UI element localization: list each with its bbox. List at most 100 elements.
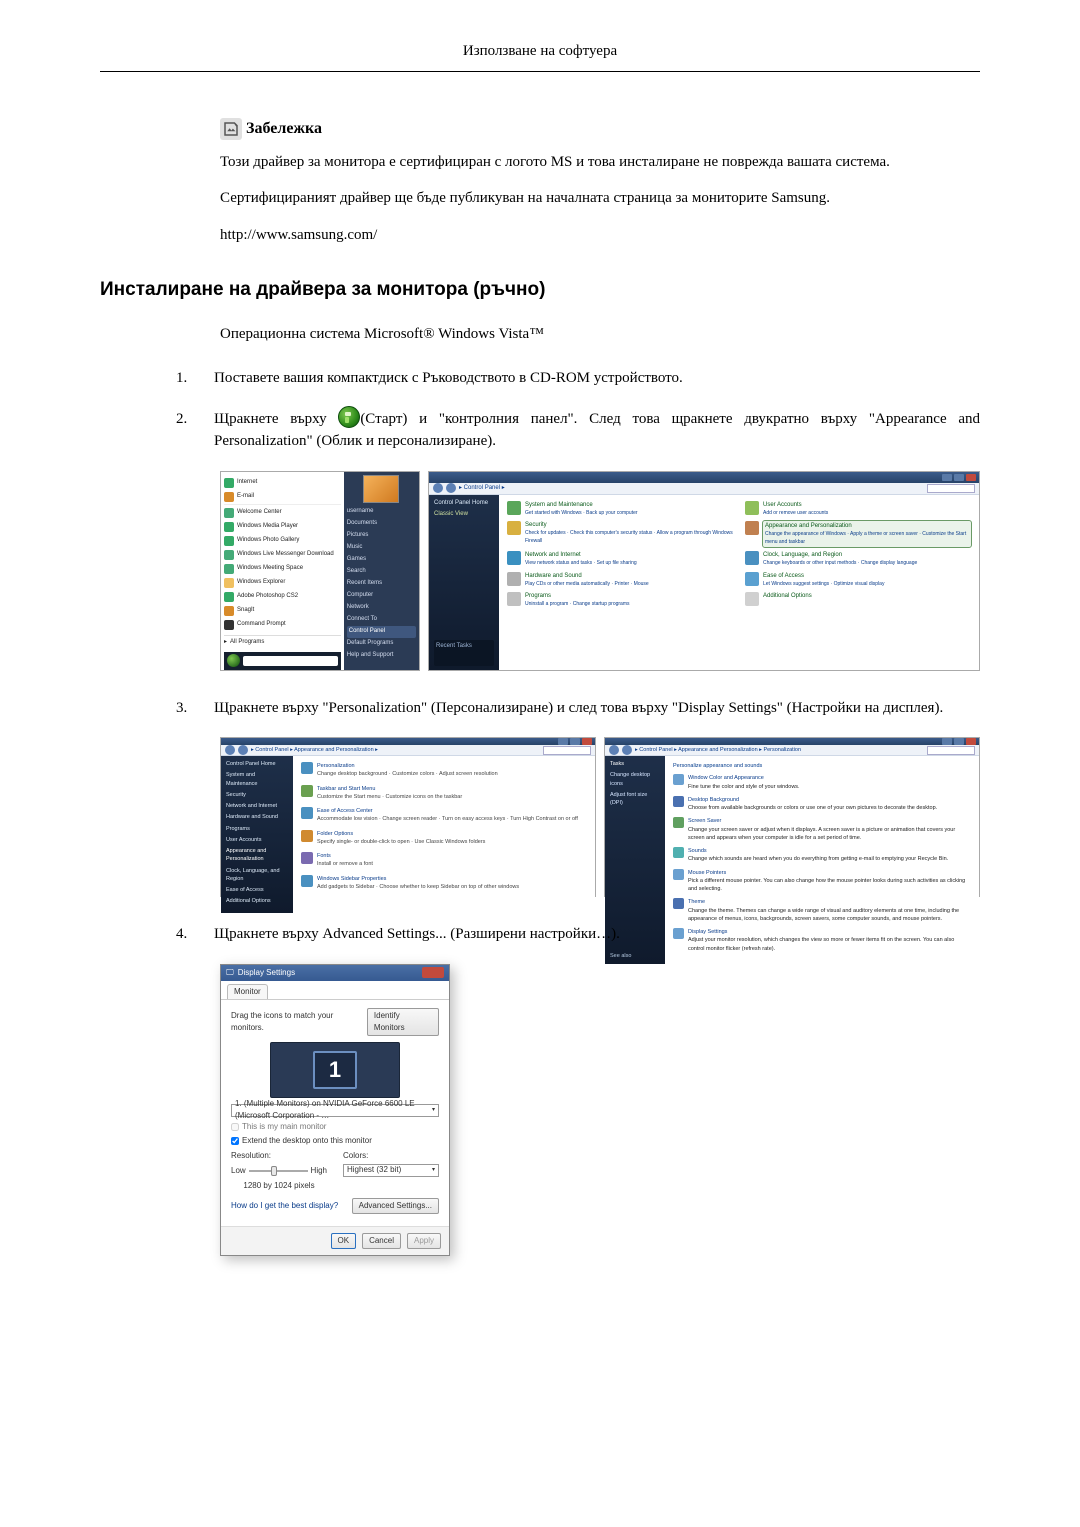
step-2-num: 2.	[176, 408, 194, 431]
chk-extend-desktop[interactable]: Extend the desktop onto this monitor	[231, 1135, 439, 1147]
pz-breadcrumb: ▸ Control Panel ▸ Appearance and Persona…	[635, 746, 801, 754]
additional-icon	[745, 592, 759, 606]
scr-icon	[673, 817, 684, 828]
mail-icon	[224, 492, 234, 502]
user-avatar-icon	[363, 475, 399, 503]
sm-meeting: Windows Meeting Space	[237, 564, 303, 573]
close-icon	[966, 474, 976, 481]
programs-icon	[507, 592, 521, 606]
security-icon	[507, 521, 521, 535]
ease-access-icon	[301, 807, 313, 819]
start-search-box[interactable]	[243, 656, 338, 666]
resolution-slider[interactable]: Low High	[231, 1164, 327, 1178]
screenshot-control-panel: ▸ Control Panel ▸ Control Panel Home Cla…	[428, 471, 980, 671]
meeting-icon	[224, 564, 234, 574]
cp-titlebar	[429, 472, 979, 483]
ap-breadcrumb: ▸ Control Panel ▸ Appearance and Persona…	[251, 746, 378, 754]
step-2-text: Щракнете върху (Старт) и "контролния пан…	[214, 408, 980, 453]
section-heading: Инсталиране на драйвера за монитора (ръч…	[100, 276, 980, 305]
sm-r-help: Help and Support	[347, 650, 416, 662]
page-header: Използване на софтуера	[100, 40, 980, 72]
sm-r-search: Search	[347, 566, 416, 578]
hardware-icon	[507, 572, 521, 586]
step-4: 4. Щракнете върху Advanced Settings... (…	[176, 923, 980, 946]
ap-search-box[interactable]	[543, 746, 591, 755]
cmd-icon	[224, 620, 234, 630]
note-p2: Сертифицираният драйвер ще бъде публикув…	[220, 187, 980, 210]
note-header: Забележка	[220, 117, 980, 141]
cp-cat-clock: Clock, Language, and Region	[763, 551, 917, 560]
intro-line: Операционна система Microsoft® Windows V…	[220, 323, 980, 346]
cp-cat-additional: Additional Options	[763, 592, 812, 601]
monitor-1-box[interactable]: 1	[313, 1051, 357, 1089]
sound-icon	[673, 847, 684, 858]
colors-selector[interactable]: Highest (32 bit)▾	[343, 1164, 439, 1177]
sm-r-docs: Documents	[347, 518, 416, 530]
best-display-link[interactable]: How do I get the best display?	[231, 1200, 338, 1212]
cp-cat-system: System and Maintenance	[525, 501, 638, 510]
step-3-num: 3.	[176, 697, 194, 720]
folder-opts-icon	[301, 830, 313, 842]
sm-internet: Internet	[237, 478, 257, 487]
step-1-num: 1.	[176, 367, 194, 390]
cp-breadcrumb: ▸ Control Panel ▸	[459, 484, 505, 493]
pz-search-box[interactable]	[927, 746, 975, 755]
sm-gallery: Windows Photo Gallery	[237, 536, 299, 545]
step-2: 2. Щракнете върху (Старт) и "контролния …	[176, 408, 980, 453]
screenshot-pair-personalization: ▸ Control Panel ▸ Appearance and Persona…	[220, 737, 980, 897]
step-3-text: Щракнете върху "Personalization" (Персон…	[214, 697, 980, 720]
cp-cat-appearance: Appearance and Personalization	[765, 522, 969, 531]
advanced-settings-button[interactable]: Advanced Settings...	[352, 1198, 439, 1214]
ie-icon	[224, 478, 234, 488]
pz-main-heading: Personalize appearance and sounds	[673, 762, 971, 770]
cp-cat-accounts: User Accounts	[763, 501, 828, 510]
ok-button[interactable]: OK	[331, 1233, 357, 1249]
wmp-icon	[224, 522, 234, 532]
nav-fwd-icon	[622, 745, 632, 755]
nav-back-icon	[433, 483, 443, 493]
sm-r-music: Music	[347, 542, 416, 554]
screenshot-pair-start-cpanel: Internet E-mail Welcome Center Windows M…	[220, 471, 980, 671]
note-url[interactable]: http://www.samsung.com/	[220, 227, 377, 243]
page-header-title: Използване на софтуера	[463, 43, 617, 59]
cp-side-home: Control Panel Home	[434, 499, 494, 508]
chk-main-monitor: This is my main monitor	[231, 1121, 439, 1133]
cancel-button[interactable]: Cancel	[362, 1233, 401, 1249]
nav-fwd-icon	[446, 483, 456, 493]
identify-monitors-button[interactable]: Identify Monitors	[367, 1008, 439, 1036]
welcome-icon	[224, 508, 234, 518]
cp-search-box[interactable]	[927, 484, 975, 493]
sm-r-recent: Recent Items	[347, 578, 416, 590]
sm-cmd: Command Prompt	[237, 620, 286, 629]
gallery-icon	[224, 536, 234, 546]
resolution-label: Resolution:	[231, 1150, 327, 1162]
pz-see-also: See also	[610, 952, 660, 960]
step-3: 3. Щракнете върху "Personalization" (Пер…	[176, 697, 980, 720]
apply-button[interactable]: Apply	[407, 1233, 441, 1249]
cp-cat-hardware: Hardware and Sound	[525, 572, 649, 581]
start-orb-icon	[338, 406, 360, 428]
sm-r-conn: Connect To	[347, 614, 416, 626]
step-2-pre: Щракнете върху	[214, 411, 338, 427]
close-icon	[966, 738, 976, 745]
slider-thumb[interactable]	[271, 1166, 277, 1176]
sm-r-cpanel: Control Panel	[347, 626, 416, 638]
step-4-num: 4.	[176, 923, 194, 946]
note-block: Забележка Този драйвер за монитора е сер…	[220, 117, 980, 247]
explorer-icon	[224, 578, 234, 588]
dlg-tab-monitor[interactable]: Monitor	[227, 984, 268, 999]
monitor-selector[interactable]: 1. (Multiple Monitors) on NVIDIA GeForce…	[231, 1104, 439, 1117]
sm-email: E-mail	[237, 492, 254, 501]
taskbar-icon	[301, 785, 313, 797]
resolution-value: 1280 by 1024 pixels	[231, 1180, 327, 1192]
step-1: 1. Поставете вашия компактдиск с Ръковод…	[176, 367, 980, 390]
dlg-close-button[interactable]	[422, 967, 444, 978]
personalization-icon	[301, 762, 313, 774]
pz-tasks-h: Tasks	[610, 760, 660, 768]
sm-r-games: Games	[347, 554, 416, 566]
sm-r-user: username	[347, 506, 416, 518]
colors-label: Colors:	[343, 1150, 439, 1162]
cp-cat-network: Network and Internet	[525, 551, 637, 560]
sm-snagit: SnagIt	[237, 606, 254, 615]
photoshop-icon	[224, 592, 234, 602]
